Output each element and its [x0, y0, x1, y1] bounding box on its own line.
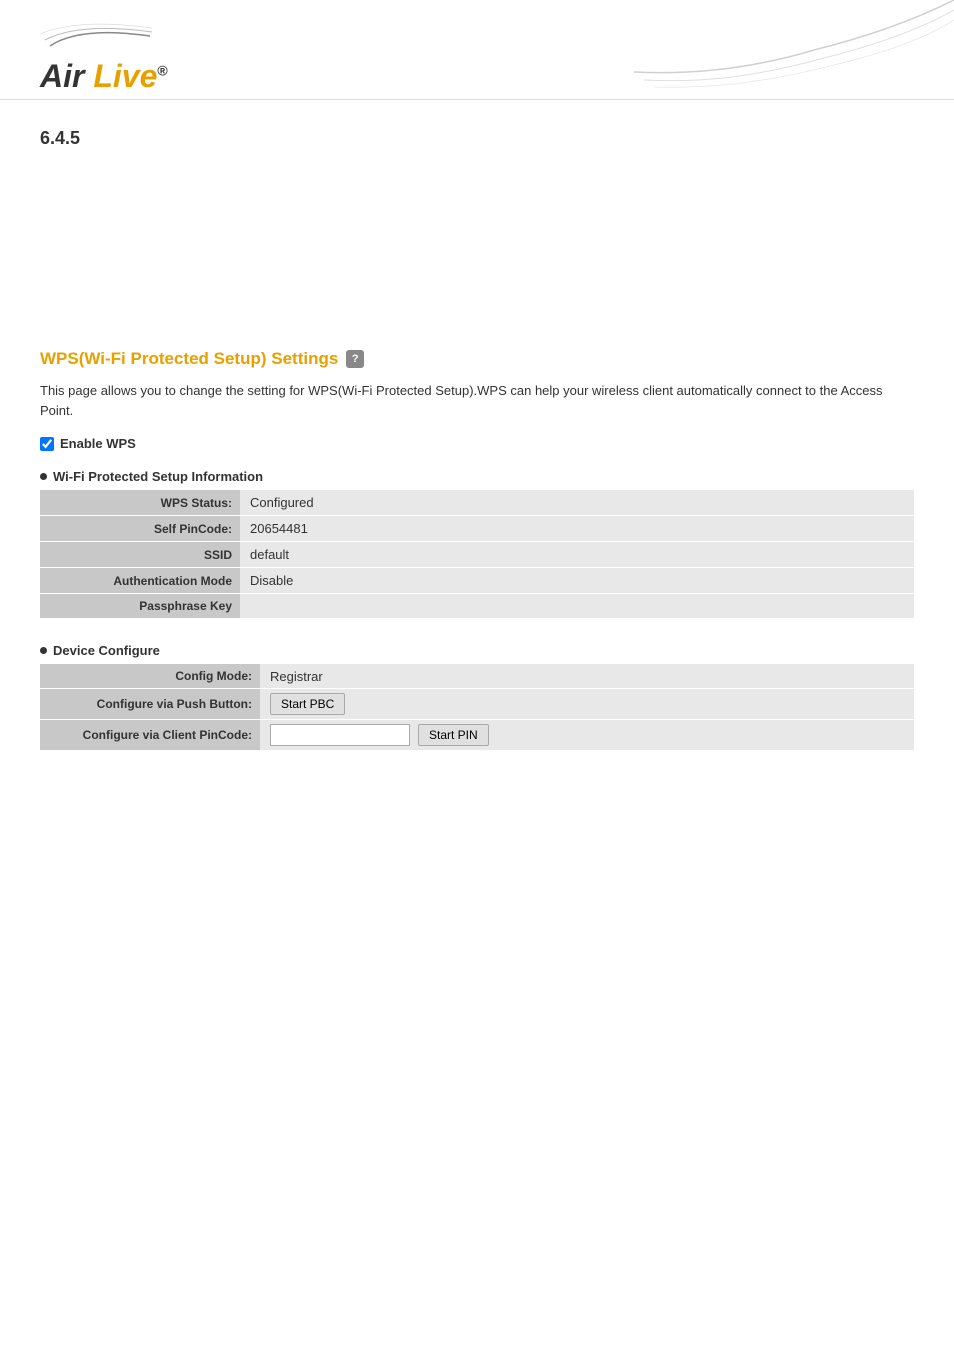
- config-mode-value: Registrar: [260, 664, 914, 689]
- bullet-icon-2: [40, 647, 47, 654]
- table-row: Configure via Push Button: Start PBC: [40, 689, 914, 720]
- enable-wps-label: Enable WPS: [60, 436, 136, 451]
- table-row: Configure via Client PinCode: Start PIN: [40, 720, 914, 751]
- enable-wps-row: Enable WPS: [40, 436, 914, 451]
- device-configure-title-text: Device Configure: [53, 643, 160, 658]
- logo-air: Air: [40, 58, 84, 94]
- enable-wps-checkbox[interactable]: [40, 437, 54, 451]
- self-pincode-label: Self PinCode:: [40, 516, 240, 542]
- ssid-value: default: [240, 542, 914, 568]
- page-header: Air Live®: [0, 0, 954, 100]
- table-row: Passphrase Key: [40, 594, 914, 619]
- bullet-icon: [40, 473, 47, 480]
- logo-text: Air Live®: [40, 60, 168, 92]
- self-pincode-value: 20654481: [240, 516, 914, 542]
- logo-registered: ®: [157, 62, 167, 78]
- ssid-label: SSID: [40, 542, 240, 568]
- help-icon[interactable]: ?: [346, 350, 364, 368]
- wps-status-label: WPS Status:: [40, 490, 240, 516]
- auth-mode-value: Disable: [240, 568, 914, 594]
- table-row: SSID default: [40, 542, 914, 568]
- table-row: Config Mode: Registrar: [40, 664, 914, 689]
- page-description: This page allows you to change the setti…: [40, 381, 914, 420]
- wps-status-value: Configured: [240, 490, 914, 516]
- wps-info-table: WPS Status: Configured Self PinCode: 206…: [40, 490, 914, 619]
- client-pincode-input[interactable]: [270, 724, 410, 746]
- auth-mode-label: Authentication Mode: [40, 568, 240, 594]
- table-row: WPS Status: Configured: [40, 490, 914, 516]
- section-title-text: WPS(Wi-Fi Protected Setup) Settings: [40, 349, 338, 369]
- logo-space: [84, 58, 93, 94]
- section-title: WPS(Wi-Fi Protected Setup) Settings ?: [40, 349, 914, 369]
- main-content: WPS(Wi-Fi Protected Setup) Settings ? Th…: [0, 349, 954, 751]
- wps-info-title-text: Wi-Fi Protected Setup Information: [53, 469, 263, 484]
- passphrase-key-label: Passphrase Key: [40, 594, 240, 619]
- table-row: Authentication Mode Disable: [40, 568, 914, 594]
- config-mode-label: Config Mode:: [40, 664, 260, 689]
- config-mode-text: Registrar: [270, 669, 323, 684]
- push-button-cell: Start PBC: [260, 689, 914, 720]
- header-decoration: [614, 0, 954, 100]
- client-pin-label: Configure via Client PinCode:: [40, 720, 260, 751]
- wps-info-subsection-title: Wi-Fi Protected Setup Information: [40, 469, 914, 484]
- version-number: 6.4.5: [0, 100, 954, 149]
- logo-wings-icon: [40, 18, 160, 58]
- client-pin-cell: Start PIN: [260, 720, 914, 750]
- logo-area: Air Live®: [40, 18, 168, 92]
- passphrase-key-value: [240, 594, 914, 619]
- start-pbc-button[interactable]: Start PBC: [270, 693, 345, 715]
- device-configure-table: Config Mode: Registrar Configure via Pus…: [40, 664, 914, 751]
- device-configure-subsection-title: Device Configure: [40, 643, 914, 658]
- logo-live: Live: [93, 58, 157, 94]
- device-configure-section: Device Configure Config Mode: Registrar …: [40, 643, 914, 751]
- table-row: Self PinCode: 20654481: [40, 516, 914, 542]
- start-pin-button[interactable]: Start PIN: [418, 724, 489, 746]
- push-button-label: Configure via Push Button:: [40, 689, 260, 720]
